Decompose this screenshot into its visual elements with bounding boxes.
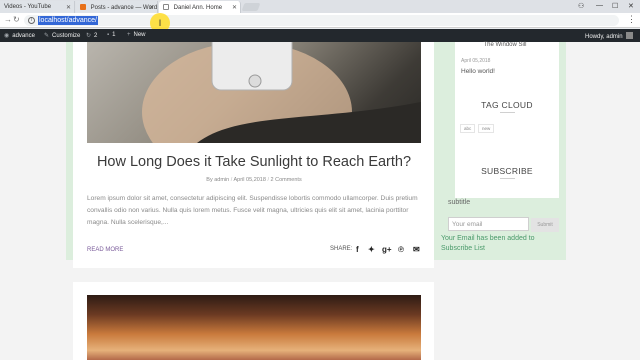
email-field[interactable]: Your email <box>448 217 529 231</box>
comments-count: 1 <box>112 32 116 38</box>
tab-posts[interactable]: Posts - advance — Word ✕ <box>76 1 158 13</box>
howdy-text: Howdy, admin <box>585 34 623 40</box>
subscribe-title: SUBSCRIBE <box>481 166 533 176</box>
browser-tab-strip: Videos - YouTube ✕ Posts - advance — Wor… <box>0 0 640 13</box>
meta-by: By <box>206 177 213 183</box>
updates-link[interactable]: ↻ 2 <box>86 32 97 39</box>
share-label: SHARE: <box>330 246 353 252</box>
email-icon[interactable]: ✉ <box>413 245 420 254</box>
dashboard-icon: ◉ <box>4 33 10 39</box>
updates-icon: ↻ <box>86 33 92 39</box>
menu-icon[interactable]: ⋮ <box>627 15 636 24</box>
address-bar[interactable]: i localhost/advance/ <box>24 15 619 26</box>
browser-toolbar: → ↻ i localhost/advance/ ⋮ <box>0 13 640 28</box>
post-2-featured-image[interactable] <box>87 295 421 360</box>
tag-link[interactable]: new <box>478 124 495 133</box>
comment-icon: ▪ <box>107 32 110 38</box>
close-window-icon[interactable]: ✕ <box>628 2 634 10</box>
admin-site-link[interactable]: ◉ advance <box>4 32 35 39</box>
url-text[interactable]: localhost/advance/ <box>38 16 98 25</box>
submit-button[interactable]: Submit <box>531 218 559 232</box>
post-excerpt: Lorem ipsum dolor sit amet, consectetur … <box>87 195 418 226</box>
tab-title: Videos - YouTube <box>4 4 52 10</box>
forward-icon[interactable]: → <box>4 15 12 24</box>
new-tab-button[interactable] <box>241 3 261 11</box>
page-body: How Long Does it Take Sunlight to Reach … <box>0 42 640 360</box>
twitter-icon[interactable]: ✦ <box>368 245 375 254</box>
minimize-icon[interactable]: — <box>596 2 603 9</box>
tab-title: Daniel Ann. Home <box>173 5 223 11</box>
post-meta: By admin / April 05,2018 / 2 Comments <box>206 177 302 183</box>
comments-link[interactable]: ▪ 1 <box>107 32 115 38</box>
subscribe-subtitle: subtitle <box>448 199 471 206</box>
updates-count: 2 <box>94 33 98 39</box>
tab-youtube[interactable]: Videos - YouTube ✕ <box>0 1 75 13</box>
reload-icon[interactable]: ↻ <box>13 15 20 24</box>
post-featured-image[interactable] <box>87 42 421 143</box>
account-menu[interactable]: Howdy, admin <box>585 32 633 40</box>
profile-icon[interactable]: ⚇ <box>578 2 584 10</box>
new-label: New <box>133 32 146 38</box>
subscribe-success-message: Your Email has been added to Subscribe L… <box>441 235 535 252</box>
plus-icon: + <box>127 32 131 38</box>
tag-cloud-title: TAG CLOUD <box>481 100 533 110</box>
post-author-link[interactable]: admin <box>214 177 229 183</box>
new-content-link[interactable]: + New <box>127 32 146 38</box>
info-icon[interactable]: i <box>28 17 35 24</box>
page-icon <box>163 4 169 10</box>
pinterest-icon[interactable]: ℗ <box>398 245 404 254</box>
recent-post-title[interactable]: The Window Sill <box>460 42 550 48</box>
google-plus-icon[interactable]: g+ <box>382 245 392 254</box>
close-icon[interactable]: ✕ <box>149 4 154 11</box>
tag-link[interactable]: abc <box>460 124 476 133</box>
customize-link[interactable]: ✎ Customize <box>44 32 80 39</box>
wordpress-icon <box>80 4 86 10</box>
customize-label: Customize <box>52 33 81 39</box>
divider <box>500 178 515 179</box>
tab-home[interactable]: Daniel Ann. Home ✕ <box>159 1 241 13</box>
tab-title: Posts - advance — Word <box>90 5 158 11</box>
facebook-icon[interactable]: f <box>356 245 359 254</box>
close-icon[interactable]: ✕ <box>66 4 71 11</box>
recent-post-date: April 05,2018 <box>461 58 491 64</box>
post-comments-link[interactable]: 2 Comments <box>271 177 302 183</box>
site-name: advance <box>12 33 35 39</box>
read-more-link[interactable]: READ MORE <box>87 247 123 253</box>
post-title[interactable]: How Long Does it Take Sunlight to Reach … <box>87 154 421 170</box>
maximize-icon[interactable]: ☐ <box>612 2 618 10</box>
wp-admin-bar: ◉ advance ✎ Customize ↻ 2 ▪ 1 + New Howdy, ad… <box>0 29 640 42</box>
avatar <box>625 32 633 39</box>
post-date: April 05,2018 <box>233 177 266 183</box>
recent-post-link[interactable]: Hello world! <box>461 68 495 75</box>
brush-icon: ✎ <box>44 33 50 39</box>
divider <box>500 112 515 113</box>
close-icon[interactable]: ✕ <box>232 4 237 11</box>
